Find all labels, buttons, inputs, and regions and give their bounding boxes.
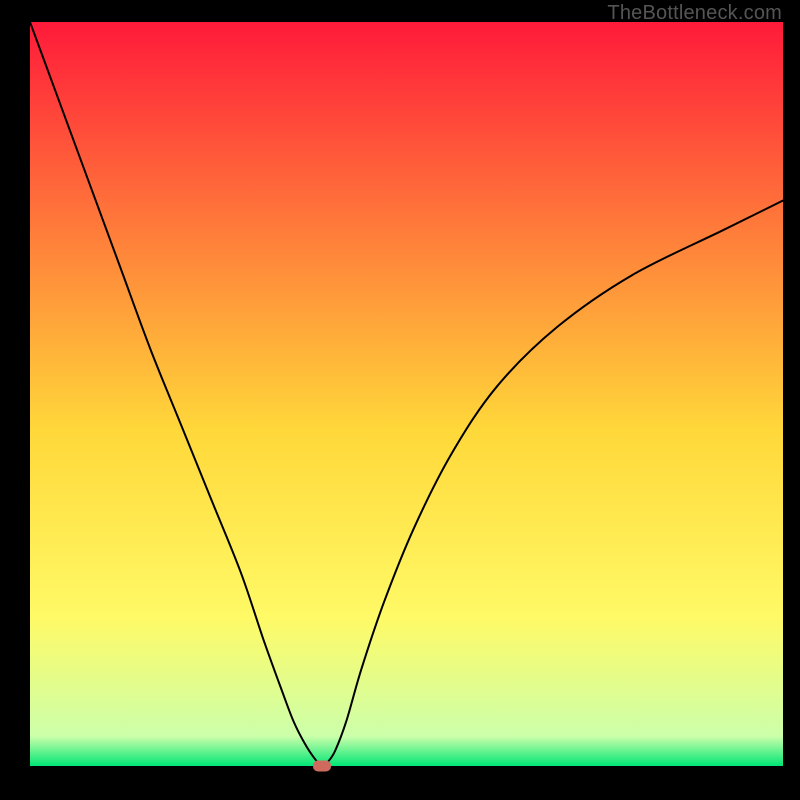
chart-background-gradient	[30, 22, 783, 766]
optimal-point-marker	[313, 761, 331, 772]
chart-plot-area	[30, 22, 783, 766]
chart-svg	[30, 22, 783, 766]
watermark-text: TheBottleneck.com	[607, 2, 782, 25]
